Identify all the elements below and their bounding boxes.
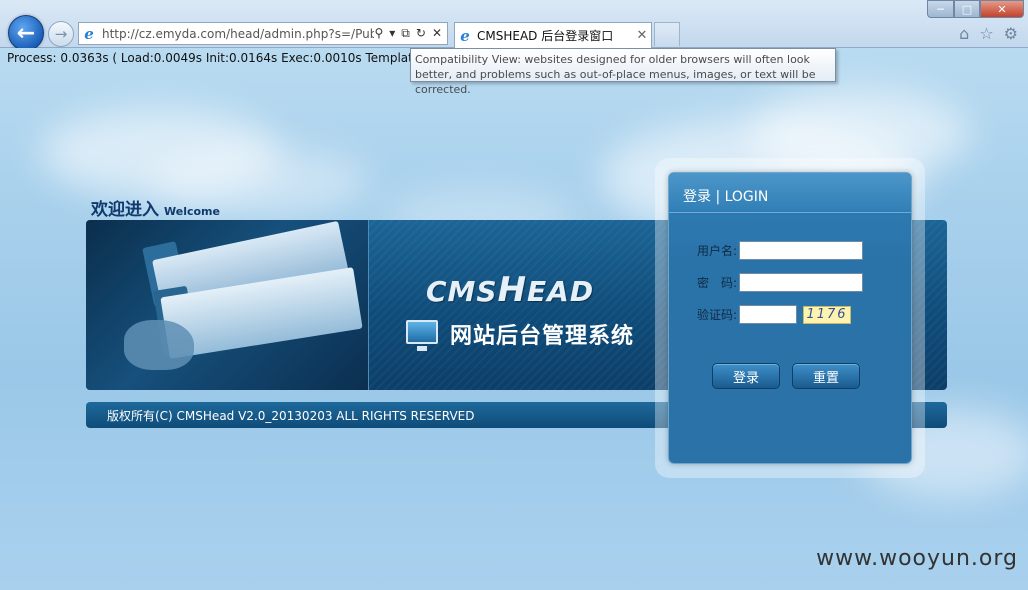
system-name: 网站后台管理系统 (450, 324, 635, 349)
favorites-icon[interactable]: ☆ (979, 24, 993, 43)
forward-button[interactable]: → (48, 21, 74, 47)
tab-login-window[interactable]: e CMSHEAD 后台登录窗口 ✕ (454, 22, 652, 48)
dropdown-icon[interactable]: ▾ (389, 26, 395, 41)
search-icon[interactable]: ⚲ (374, 26, 383, 41)
password-row: 密 码: (669, 273, 863, 292)
new-tab-button[interactable] (654, 22, 680, 46)
home-icon[interactable]: ⌂ (959, 24, 969, 43)
brand-big: H (497, 270, 528, 310)
login-button[interactable]: 登录 (712, 363, 780, 389)
books-photo (86, 220, 369, 390)
captcha-input[interactable] (739, 305, 797, 324)
password-label: 密 码: (696, 276, 737, 290)
browser-tools: ⌂ ☆ ⚙ (959, 24, 1018, 43)
captcha-row: 验证码: 1176 (669, 305, 851, 324)
welcome-cn: 欢迎进入 (91, 200, 159, 220)
username-input[interactable] (739, 241, 863, 260)
page-content: Process: 0.0363s ( Load:0.0049s Init:0.0… (0, 48, 1028, 590)
brand-logo: CMSHEAD (426, 270, 594, 310)
tab-title: CMSHEAD 后台登录窗口 (477, 29, 614, 43)
ie-tab-icon: e (460, 26, 470, 45)
username-row: 用户名: (669, 241, 863, 260)
compat-view-icon[interactable]: ⧉ (401, 26, 410, 41)
ie-icon: e (84, 24, 94, 43)
login-panel: 登录 | LOGIN 用户名: 密 码: 验证码: 1176 登录 重置 (668, 172, 912, 464)
gear-icon[interactable]: ⚙ (1004, 24, 1018, 43)
refresh-icon[interactable]: ↻ (416, 26, 426, 41)
watermark: www.wooyun.org (816, 546, 1018, 571)
process-timing-text: Process: 0.0363s ( Load:0.0049s Init:0.0… (7, 51, 444, 65)
address-bar[interactable]: e http://cz.emyda.com/head/admin.php?s=/… (78, 22, 448, 45)
login-header: 登录 | LOGIN (669, 173, 911, 213)
welcome-heading: 欢迎进入 Welcome (91, 195, 220, 220)
back-arrow-icon: ← (16, 20, 36, 46)
forward-arrow-icon: → (54, 25, 68, 43)
maximize-button[interactable]: □ (954, 0, 980, 18)
monitor-icon (406, 320, 438, 351)
close-window-button[interactable]: ✕ (980, 0, 1024, 18)
stop-icon[interactable]: ✕ (432, 26, 442, 41)
window-controls: ─ □ ✕ (927, 0, 1024, 18)
welcome-en: Welcome (164, 205, 220, 218)
compatibility-tooltip: Compatibility View: websites designed fo… (410, 48, 836, 96)
username-label: 用户名: (696, 244, 737, 258)
brand-suffix: EAD (527, 275, 595, 308)
brand-prefix: CMS (426, 275, 498, 308)
back-button[interactable]: ← (8, 15, 44, 51)
minimize-button[interactable]: ─ (927, 0, 954, 18)
address-text[interactable]: http://cz.emyda.com/head/admin.php?s=/Pu… (99, 27, 374, 41)
captcha-label: 验证码: (696, 308, 737, 322)
browser-chrome: ← → e http://cz.emyda.com/head/admin.php… (0, 0, 1028, 51)
copyright-text: 版权所有(C) CMSHead V2.0_20130203 ALL RIGHTS… (107, 408, 475, 423)
captcha-image[interactable]: 1176 (803, 305, 851, 324)
password-input[interactable] (739, 273, 863, 292)
tab-close-icon[interactable]: ✕ (633, 28, 651, 43)
reset-button[interactable]: 重置 (792, 363, 860, 389)
